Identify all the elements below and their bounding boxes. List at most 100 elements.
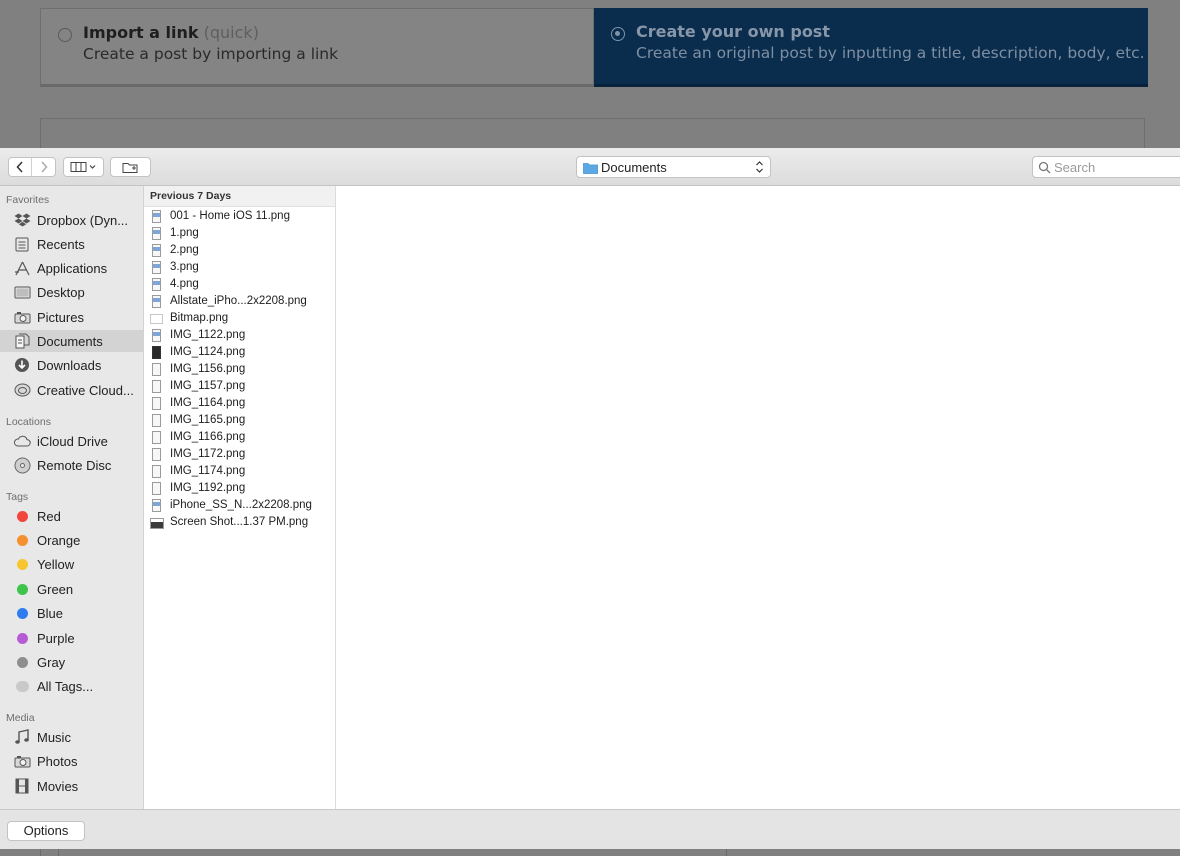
folder-icon [583,163,598,174]
disc-icon [13,456,31,474]
import-link-radio[interactable] [58,28,72,42]
sidebar-item-desktop[interactable]: Desktop [0,281,143,303]
sidebar-all-tags[interactable]: All Tags... [0,675,143,697]
file-name: IMG_1166.png [170,431,246,443]
file-column: Previous 7 Days 001 - Home iOS 11.png 1.… [144,186,336,809]
sidebar-item-label: Movies [37,778,79,794]
file-row[interactable]: Allstate_iPho...2x2208.png [144,294,335,311]
file-row[interactable]: 4.png [144,277,335,294]
file-name: Bitmap.png [170,312,229,324]
file-row[interactable]: IMG_1174.png [144,464,335,481]
sidebar-item-downloads[interactable]: Downloads [0,354,143,376]
file-icon [152,244,161,257]
file-icon [152,448,161,461]
sidebar-item-remote-disc[interactable]: Remote Disc [0,454,143,476]
gray-tag-icon [16,656,28,668]
sidebar-item-icloud-drive[interactable]: iCloud Drive [0,430,143,452]
file-row[interactable]: 2.png [144,243,335,260]
file-row[interactable]: IMG_1164.png [144,396,335,413]
orange-tag-icon [16,534,28,546]
file-name: IMG_1164.png [170,397,246,409]
background-page: Import a link (quick) Create a post by i… [0,0,1180,158]
create-post-option[interactable]: Create your own post Create an original … [594,8,1148,87]
file-row[interactable]: IMG_1172.png [144,447,335,464]
sidebar-tag-green[interactable]: Green [0,578,143,600]
sidebar-item-label: Purple [37,630,75,646]
back-button[interactable] [9,158,32,176]
cloud-icon [13,432,31,450]
view-mode-button[interactable] [63,157,104,177]
sidebar-item-pictures[interactable]: Pictures [0,306,143,328]
file-row[interactable]: IMG_1157.png [144,379,335,396]
chevron-left-icon [16,161,23,173]
sidebar-item-movies[interactable]: Movies [0,775,143,797]
new-folder-button[interactable] [110,157,151,177]
file-row[interactable]: IMG_1192.png [144,481,335,498]
file-icon [152,261,161,274]
purple-tag-icon [16,632,28,644]
file-name: Allstate_iPho...2x2208.png [170,295,307,307]
sidebar-item-applications[interactable]: Applications [0,257,143,279]
sidebar-tag-red[interactable]: Red [0,505,143,527]
file-row[interactable]: IMG_1166.png [144,430,335,447]
all-tags-icon [15,680,29,692]
sidebar-tag-orange[interactable]: Orange [0,529,143,551]
applications-icon [13,259,31,277]
file-row[interactable]: IMG_1122.png [144,328,335,345]
location-popup[interactable]: Documents [576,156,771,178]
create-post-title: Create your own post [636,22,830,41]
sidebar-item-creative-cloud[interactable]: Creative Cloud... [0,379,143,401]
file-icon [152,397,161,410]
creative-cloud-icon [13,381,31,399]
preview-pane [336,186,1180,809]
sidebar-item-dropbox[interactable]: Dropbox (Dyn... [0,209,143,231]
dropbox-icon [13,211,31,229]
options-button[interactable]: Options [7,821,85,841]
sidebar-tag-gray[interactable]: Gray [0,651,143,673]
sidebar-tag-yellow[interactable]: Yellow [0,553,143,575]
file-row[interactable]: 3.png [144,260,335,277]
file-icon [152,295,161,308]
sidebar-item-music[interactable]: Music [0,726,143,748]
import-link-option[interactable]: Import a link (quick) Create a post by i… [40,8,594,87]
file-row[interactable]: Screen Shot...1.37 PM.png [144,515,335,532]
sidebar-item-documents[interactable]: Documents [0,330,143,352]
sidebar-item-label: Yellow [37,556,75,572]
sidebar-item-photos[interactable]: Photos [0,750,143,772]
sidebar-tag-blue[interactable]: Blue [0,602,143,624]
import-link-title: Import a link [83,23,199,42]
file-icon [150,314,163,324]
sidebar: Favorites Dropbox (Dyn... Recents Applic… [0,186,144,809]
file-row[interactable]: iPhone_SS_N...2x2208.png [144,498,335,515]
documents-icon [13,332,31,350]
file-row[interactable]: Bitmap.png [144,311,335,328]
dialog-toolbar: Documents Search [0,148,1180,186]
file-row[interactable]: IMG_1165.png [144,413,335,430]
file-row[interactable]: IMG_1124.png [144,345,335,362]
file-open-dialog: Documents Search Favorites Dropbox (Dyn.… [0,148,1180,849]
file-row[interactable]: 1.png [144,226,335,243]
sidebar-item-label: Red [37,508,61,524]
search-field[interactable]: Search [1032,156,1180,178]
file-name: IMG_1172.png [170,448,246,460]
file-name: 1.png [170,227,199,239]
chevron-right-icon [40,161,48,173]
column-header: Previous 7 Days [144,186,335,207]
location-label: Documents [601,160,667,175]
dialog-footer: Options [0,809,1180,849]
file-icon [152,278,161,291]
music-icon [13,728,31,746]
sidebar-item-recents[interactable]: Recents [0,233,143,255]
forward-button[interactable] [32,158,55,176]
sidebar-item-label: Recents [37,236,85,252]
file-name: 3.png [170,261,199,273]
file-row[interactable]: IMG_1156.png [144,362,335,379]
file-row[interactable]: 001 - Home iOS 11.png [144,209,335,226]
create-post-description: Create an original post by inputting a t… [636,44,1145,62]
file-icon [152,346,161,359]
up-down-chevron-icon [756,161,763,173]
recents-icon [13,235,31,253]
sidebar-tag-purple[interactable]: Purple [0,627,143,649]
blue-tag-icon [16,607,28,619]
create-post-radio[interactable] [611,27,625,41]
